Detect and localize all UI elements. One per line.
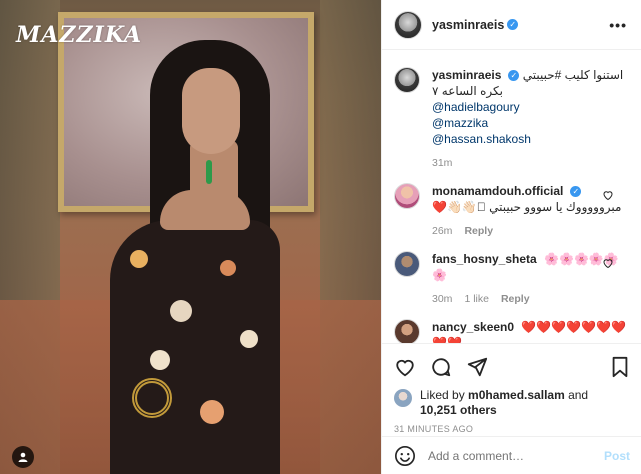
comment-item: monamamdouh.official ✓ مبروووووك يا سووو … [394,183,628,237]
liked-by-user[interactable]: m0hamed.sallam [468,388,565,402]
dress-flower [220,260,236,276]
avatar[interactable] [394,10,422,39]
reply-button[interactable]: Reply [464,225,493,237]
caption-meta: 31m [432,157,628,169]
verified-icon: ✓ [508,70,520,82]
user-tag-button[interactable] [12,446,34,468]
action-icons [394,352,630,382]
comment-text: مبروووووك يا سووو حبيبتي 🏻👋🏻👋🏻❤️ [432,200,622,214]
avatar[interactable] [394,67,420,93]
caption-line1: استنوا كليب #حبيبتي [522,68,624,82]
avatar[interactable] [394,319,420,343]
post-photo[interactable]: MAZZIKA [0,0,381,474]
dress-flower [170,300,192,322]
avatar[interactable] [394,251,420,277]
comment-username[interactable]: monamamdouh.official [432,184,563,198]
verified-icon: ✓ [507,19,519,30]
post-actions: Liked by m0hamed.sallam and 10,251 other… [382,343,641,474]
comment-item: fans_hosny_sheta 🌸🌸🌸🌸🌸🌸 30m 1 like Reply [394,251,628,305]
heart-icon[interactable] [602,189,614,201]
mention-link[interactable]: @hadielbagoury [432,99,628,115]
dress-flower [200,400,224,424]
earring [206,160,212,184]
verified-icon: ✓ [570,186,582,198]
dress-flower [130,250,148,268]
mention-link[interactable]: @hassan.shakosh [432,131,628,147]
heart-icon[interactable] [602,257,614,269]
instagram-post-modal: MAZZIKA yasminraeis ✓ ••• yasminraeis ✓ ا [0,0,641,474]
share-icon[interactable] [466,356,488,378]
dress-flower [240,330,258,348]
avatar[interactable] [394,389,412,407]
comment-username[interactable]: fans_hosny_sheta [432,252,537,266]
caption-time[interactable]: 31m [432,157,452,169]
liked-by-others[interactable]: 10,251 others [420,403,497,417]
bookmark-icon[interactable] [610,356,630,378]
user-tag-icon [18,452,28,462]
header-username[interactable]: yasminraeis [432,18,504,32]
subject-face [182,68,240,154]
comment-time[interactable]: 26m [432,225,452,237]
caption: yasminraeis ✓ استنوا كليب #حبيبتي بكره ال… [394,67,628,169]
liked-by-middle: and [564,388,589,402]
comment-meta: 30m 1 like Reply [432,293,628,305]
comment-likes[interactable]: 1 like [464,293,489,305]
mazzika-logo: MAZZIKA [16,22,143,48]
avatar[interactable] [394,183,420,209]
comments-list[interactable]: yasminraeis ✓ استنوا كليب #حبيبتي بكره ال… [382,51,641,343]
post-header: yasminraeis ✓ ••• [382,0,641,50]
comment-time[interactable]: 30m [432,293,452,305]
caption-username[interactable]: yasminraeis [432,68,501,82]
caption-line2: بكره الساعه ٧ [432,84,503,98]
likes-summary: Liked by m0hamed.sallam and 10,251 other… [394,388,630,418]
reply-button[interactable]: Reply [501,293,530,305]
more-icon[interactable]: ••• [609,17,627,33]
comment-username[interactable]: nancy_skeen0 [432,320,514,334]
emoji-icon[interactable] [394,445,416,467]
comment-meta: 26m Reply [432,225,628,237]
comment-item: nancy_skeen0 ❤️❤️❤️❤️❤️❤️❤️❤️❤️ [394,319,628,343]
add-comment-bar: Post [382,436,641,474]
comment-input[interactable] [428,449,604,463]
post-timestamp[interactable]: 31 MINUTES AGO [394,424,630,434]
post-side-panel: yasminraeis ✓ ••• yasminraeis ✓ استنوا كل… [381,0,641,474]
heart-icon[interactable] [394,356,416,378]
comment-icon[interactable] [430,356,452,378]
mention-link[interactable]: @mazzika [432,115,628,131]
dress-flower [150,350,170,370]
liked-by-prefix: Liked by [420,388,469,402]
bangles [132,378,172,418]
post-button[interactable]: Post [604,449,630,463]
